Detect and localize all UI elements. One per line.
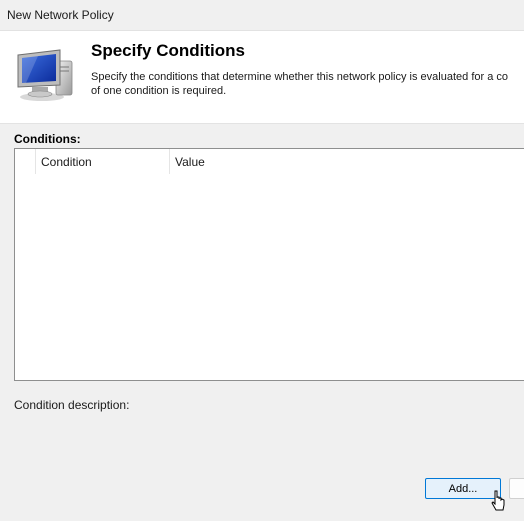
conditions-label: Conditions: [14,132,81,146]
column-header-condition[interactable]: Condition [35,149,169,174]
page-title: Specify Conditions [91,41,245,60]
wizard-header: Specify Conditions Specify the condition… [0,31,524,123]
column-header-condition-label: Condition [41,155,92,169]
conditions-list-header: Condition Value [15,149,524,174]
window-title: New Network Policy [7,8,114,22]
edit-button[interactable] [509,478,524,499]
title-bar: New Network Policy [0,0,524,31]
network-computer-icon [17,49,73,101]
column-header-value[interactable]: Value [169,149,369,174]
conditions-list[interactable]: Condition Value [14,148,524,381]
header-divider [0,123,524,124]
condition-description-label: Condition description: [14,398,130,412]
page-description: Specify the conditions that determine wh… [91,71,509,97]
pointer-cursor-icon [491,490,505,511]
column-header-value-label: Value [175,155,205,169]
